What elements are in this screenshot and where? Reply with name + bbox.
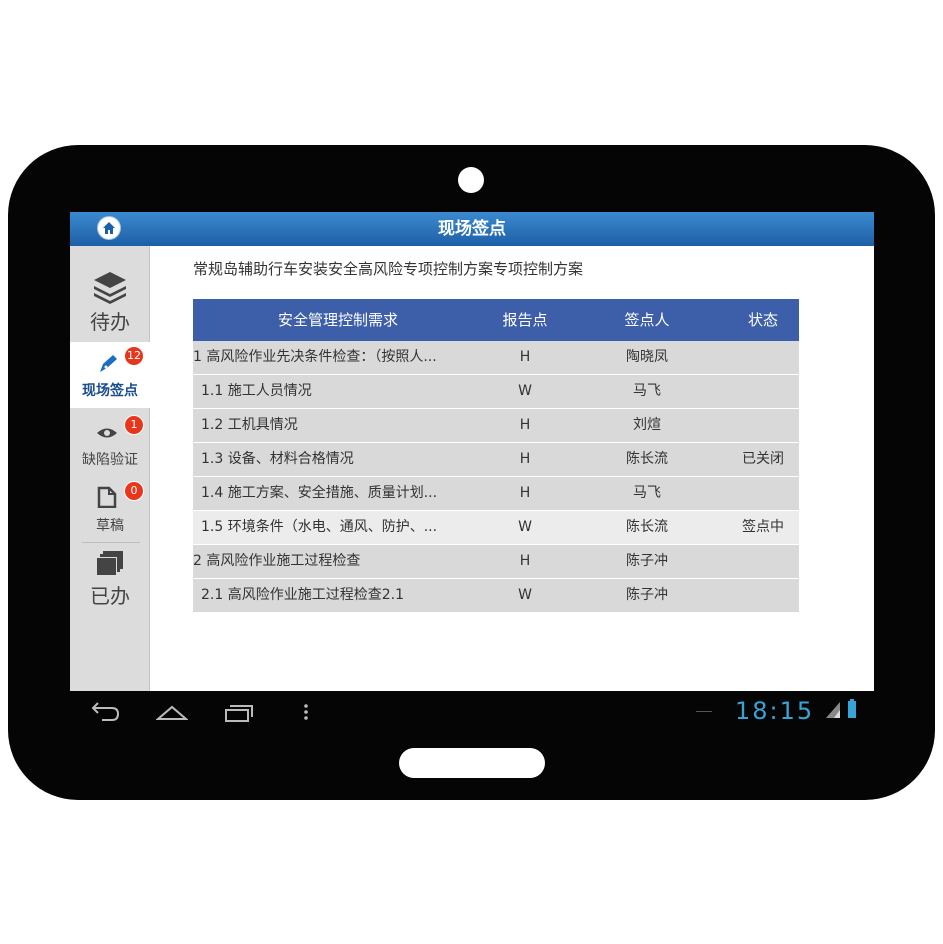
row-report-point: W xyxy=(518,587,532,603)
table-row[interactable]: 2.1 高风险作业施工过程检查2.1 W 陈子冲 xyxy=(193,579,799,613)
document-title: 常规岛辅助行车安装安全高风险专项控制方案专项控制方案 xyxy=(193,260,584,278)
status-divider xyxy=(696,711,712,712)
table-row[interactable]: 2 高风险作业施工过程检查 H 陈子冲 xyxy=(193,545,799,579)
row-report-point: H xyxy=(519,417,531,433)
row-signer: 陈长流 xyxy=(626,519,668,535)
row-report-point: H xyxy=(519,349,531,365)
row-requirement: 2 高风险作业施工过程检查 xyxy=(193,553,361,569)
stacked-pages-icon xyxy=(97,551,123,575)
sidebar: 待办 12 现场签点 1 缺陷验证 0 草稿 已办 xyxy=(70,246,150,691)
row-report-point: H xyxy=(519,485,531,501)
row-report-point: W xyxy=(518,519,532,535)
sidebar-item-todo[interactable]: 待办 xyxy=(70,246,150,342)
hardware-home-button[interactable] xyxy=(399,748,545,778)
column-header[interactable]: 状态 xyxy=(727,299,799,341)
row-signer: 马飞 xyxy=(633,485,661,501)
sidebar-item-done[interactable]: 已办 xyxy=(70,544,150,614)
row-report-point: H xyxy=(519,553,531,569)
table-row[interactable]: 1.3 设备、材料合格情况 H 陈长流 已关闭 xyxy=(193,443,799,477)
notification-badge: 12 xyxy=(125,347,143,365)
recent-apps-icon[interactable] xyxy=(224,701,254,723)
row-signer: 陈子冲 xyxy=(626,553,668,569)
clock: 18:15 xyxy=(735,697,815,725)
sidebar-item-label: 草稿 xyxy=(96,518,124,534)
notification-badge: 0 xyxy=(125,482,143,500)
sidebar-item-label: 待办 xyxy=(90,310,130,334)
row-requirement: 2.1 高风险作业施工过程检查2.1 xyxy=(201,587,404,603)
layers-icon xyxy=(94,272,126,304)
camera-icon xyxy=(458,167,484,193)
sidebar-item-drafts[interactable]: 0 草稿 xyxy=(70,478,150,542)
signal-icon xyxy=(826,702,840,718)
row-signer: 马飞 xyxy=(633,383,661,399)
table-row-selected[interactable]: 1.5 环境条件（水电、通风、防护、... W 陈长流 签点中 xyxy=(193,511,799,545)
sidebar-item-label: 缺陷验证 xyxy=(82,452,138,468)
menu-dots-icon[interactable] xyxy=(302,701,310,723)
table-row[interactable]: 1.4 施工方案、安全措施、质量计划... H 马飞 xyxy=(193,477,799,511)
row-signer: 陈子冲 xyxy=(626,587,668,603)
row-report-point: W xyxy=(518,383,532,399)
table-row[interactable]: 1.2 工机具情况 H 刘煊 xyxy=(193,409,799,443)
table-header: 安全管理控制需求 报告点 签点人 状态 xyxy=(193,299,799,341)
table-row[interactable]: 1.1 施工人员情况 W 马飞 xyxy=(193,375,799,409)
row-signer: 陈长流 xyxy=(626,451,668,467)
row-requirement: 1.1 施工人员情况 xyxy=(201,383,312,399)
sidebar-item-label: 已办 xyxy=(90,584,130,608)
row-requirement: 1.4 施工方案、安全措施、质量计划... xyxy=(201,485,438,501)
row-status: 签点中 xyxy=(742,519,784,535)
column-header[interactable]: 签点人 xyxy=(567,299,727,341)
row-requirement: 1.5 环境条件（水电、通风、防护、... xyxy=(201,519,438,535)
sidebar-item-defect-verify[interactable]: 1 缺陷验证 xyxy=(70,411,150,477)
table-row[interactable]: 1 高风险作业先决条件检查：（按照人... H 陶晓凤 xyxy=(193,341,799,375)
row-requirement: 1.2 工机具情况 xyxy=(201,417,298,433)
title-bar: 现场签点 xyxy=(70,212,874,246)
row-report-point: H xyxy=(519,451,531,467)
page-title: 现场签点 xyxy=(438,219,506,239)
row-requirement: 1 高风险作业先决条件检查：（按照人... xyxy=(193,349,437,365)
sidebar-item-field-sign[interactable]: 12 现场签点 xyxy=(70,342,150,408)
row-signer: 陶晓凤 xyxy=(626,349,668,365)
notification-badge: 1 xyxy=(125,416,143,434)
row-signer: 刘煊 xyxy=(633,417,661,433)
column-header[interactable]: 安全管理控制需求 xyxy=(193,299,483,341)
sign-point-table: 安全管理控制需求 报告点 签点人 状态 1 高风险作业先决条件检查：（按照人..… xyxy=(193,299,799,613)
row-status: 已关闭 xyxy=(742,451,784,467)
home-nav-icon[interactable] xyxy=(156,701,188,723)
system-navigation-bar: 18:15 xyxy=(70,691,874,733)
back-icon[interactable] xyxy=(90,701,120,723)
sidebar-item-label: 现场签点 xyxy=(82,383,138,399)
row-requirement: 1.3 设备、材料合格情况 xyxy=(201,451,354,467)
divider xyxy=(82,542,140,543)
battery-icon xyxy=(848,699,856,718)
app-screen: 现场签点 待办 12 现场签点 1 缺陷验证 0 草稿 已办 常规岛辅助行车安装… xyxy=(70,212,874,691)
column-header[interactable]: 报告点 xyxy=(483,299,567,341)
